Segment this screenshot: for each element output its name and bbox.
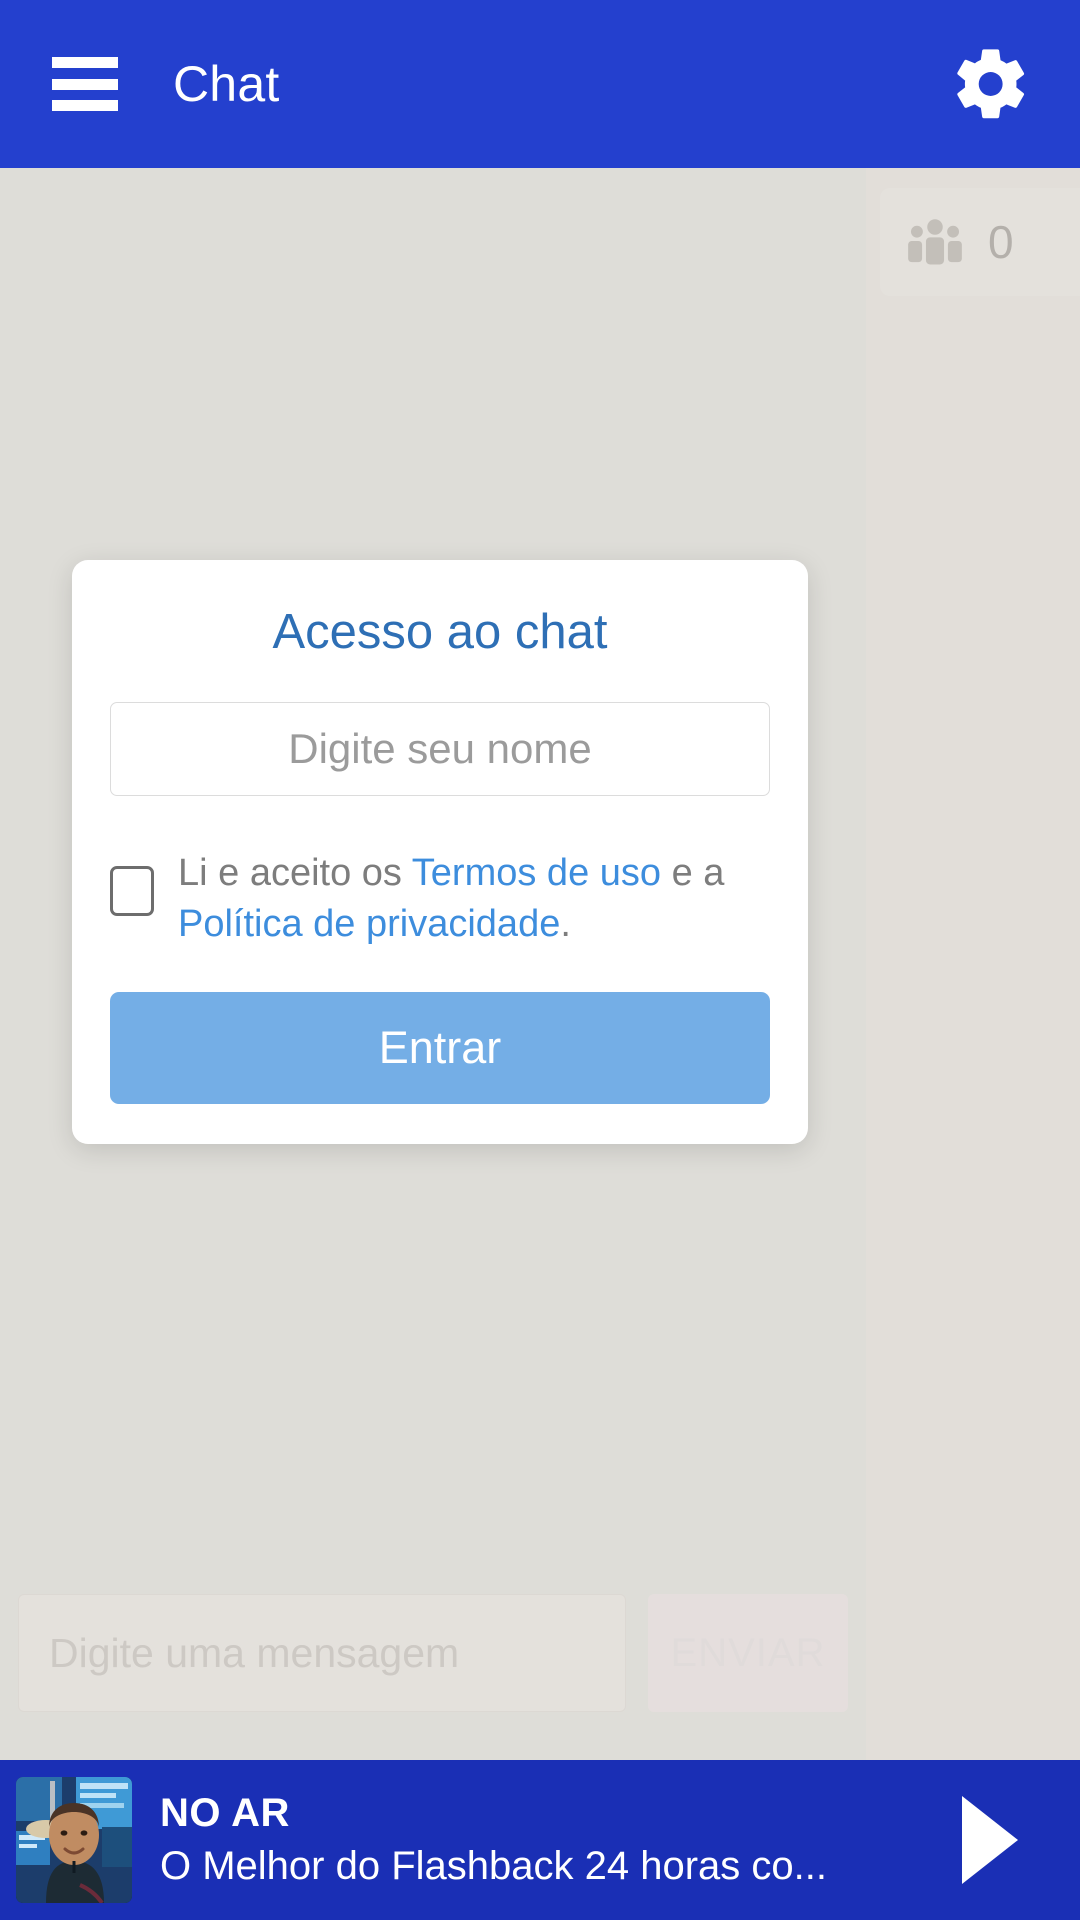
hamburger-bar	[52, 57, 118, 68]
message-input[interactable]: Digite uma mensagem	[18, 1594, 626, 1712]
terms-text: Li e aceito os Termos de uso e a Polític…	[178, 844, 770, 950]
terms-middle: e a	[661, 852, 725, 894]
chat-access-modal: Acesso ao chat Li e aceito os Termos de …	[72, 560, 808, 1144]
send-button[interactable]: ENVIAR	[648, 1594, 848, 1712]
terms-prefix: Li e aceito os	[178, 852, 412, 894]
people-group-icon	[904, 215, 966, 269]
enter-chat-button[interactable]: Entrar	[110, 992, 770, 1104]
terms-checkbox[interactable]	[110, 866, 154, 916]
play-triangle	[962, 1796, 1018, 1884]
terms-of-use-link[interactable]: Termos de uso	[412, 852, 661, 894]
gear-icon[interactable]	[950, 43, 1032, 125]
page-title: Chat	[173, 56, 280, 112]
hamburger-bar	[52, 100, 118, 111]
name-input[interactable]	[110, 702, 770, 796]
app-screen: Chat 0 Digite uma mensagem ENVIAR Acesso…	[0, 0, 1080, 1920]
online-users-count: 0	[988, 216, 1014, 268]
program-thumbnail	[16, 1777, 132, 1903]
live-label: NO AR	[160, 1791, 290, 1835]
hamburger-menu-icon[interactable]	[52, 57, 118, 111]
terms-suffix: .	[560, 903, 571, 945]
hamburger-bar	[52, 78, 118, 90]
player-info: NO AR O Melhor do Flashback 24 horas co.…	[160, 1787, 930, 1893]
online-users-badge: 0	[880, 188, 1080, 296]
program-title: O Melhor do Flashback 24 horas co...	[160, 1844, 827, 1888]
chat-scroll-strip[interactable]	[866, 168, 1080, 1760]
modal-title: Acesso ao chat	[272, 605, 608, 659]
app-header: Chat	[0, 0, 1080, 168]
terms-row: Li e aceito os Termos de uso e a Polític…	[110, 844, 770, 950]
privacy-policy-link[interactable]: Política de privacidade	[178, 903, 560, 945]
play-icon[interactable]	[930, 1780, 1050, 1900]
radio-player-bar: NO AR O Melhor do Flashback 24 horas co.…	[0, 1760, 1080, 1920]
message-composer: Digite uma mensagem ENVIAR	[0, 1588, 866, 1718]
